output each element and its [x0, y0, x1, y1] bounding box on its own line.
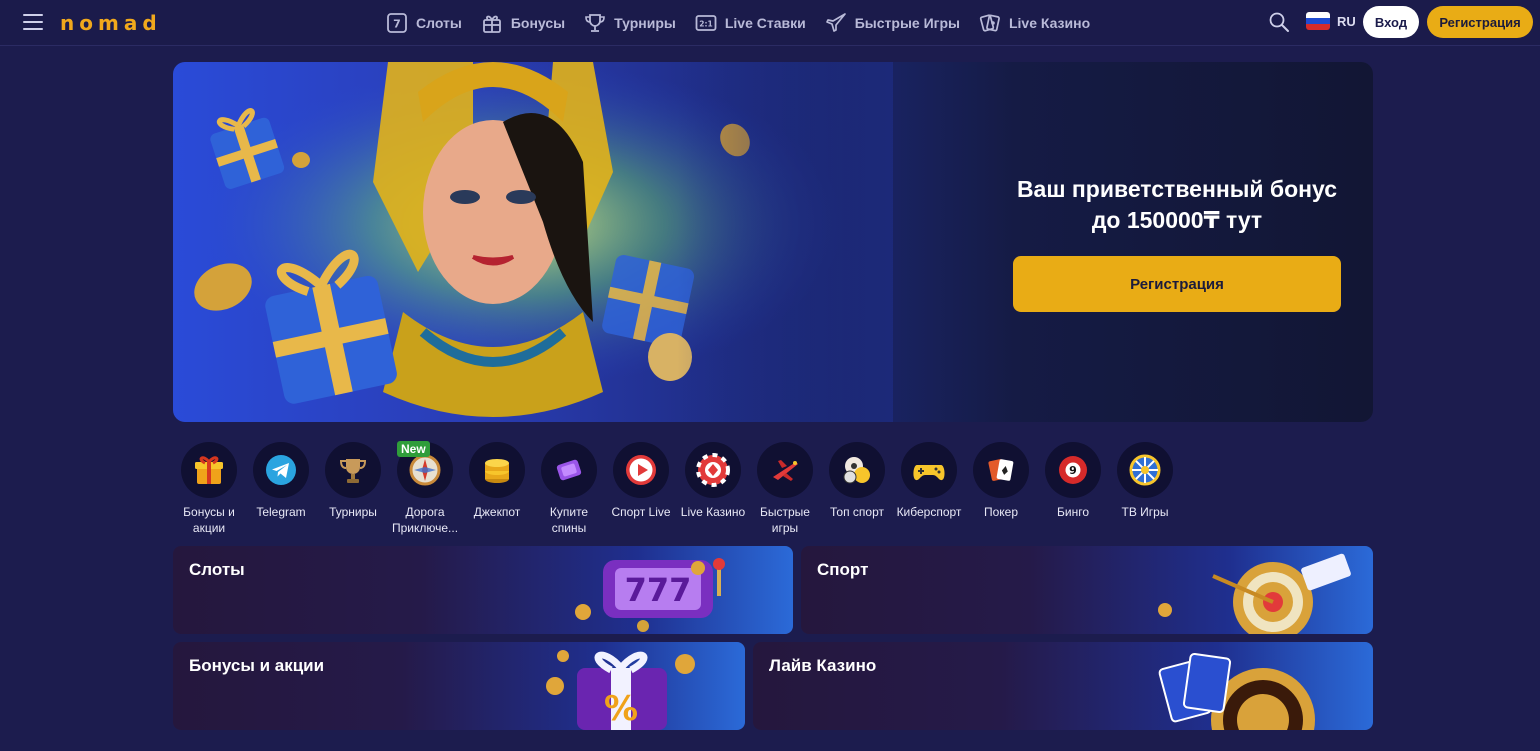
russia-flag-icon — [1306, 12, 1330, 30]
language-selector[interactable]: RU — [1306, 12, 1356, 30]
compass-icon: New — [397, 441, 453, 498]
slot-machine-icon: 7 — [386, 12, 408, 34]
category-label: Покер — [983, 505, 1019, 519]
plane-icon — [825, 12, 847, 34]
category-bingo[interactable]: 9 Бинго — [1037, 442, 1109, 520]
tile-live-casino[interactable]: Лайв Казино — [753, 642, 1373, 730]
category-label: Джекпот — [473, 505, 521, 519]
hero-title-line2: до 150000₸ тут — [1091, 207, 1263, 233]
nav-fast-games[interactable]: Быстрые Игры — [825, 12, 960, 34]
nav-slots[interactable]: 7 Слоты — [386, 12, 462, 34]
category-label: Купите спины — [549, 505, 589, 535]
wheel-icon — [1117, 442, 1173, 498]
tile-bonuses[interactable]: Бонусы и акции % — [173, 642, 745, 730]
nav-label: Быстрые Игры — [854, 15, 960, 31]
category-tournaments[interactable]: Турниры — [317, 442, 389, 520]
trophy-icon — [584, 12, 606, 34]
roulette-icon — [1158, 652, 1315, 730]
hero-banner[interactable]: Ваш приветственный бонус до 150000₸ тут … — [173, 62, 1373, 422]
category-fast-games[interactable]: Быстрые игры — [749, 442, 821, 536]
gift-icon — [481, 12, 503, 34]
casino-chip-icon — [685, 442, 741, 498]
category-label: ТВ Игры — [1121, 505, 1169, 519]
category-buy-spins[interactable]: Купите спины — [533, 442, 605, 536]
nav-bonuses[interactable]: Бонусы — [481, 12, 565, 34]
category-poker[interactable]: Покер — [965, 442, 1037, 520]
play-icon — [613, 442, 669, 498]
category-label: Бонусы и акции — [183, 505, 235, 535]
nav-label: Live Ставки — [724, 15, 806, 31]
nav-label: Live Казино — [1008, 15, 1091, 31]
nav-label: Турниры — [614, 15, 676, 31]
nav-label: Слоты — [416, 15, 462, 31]
tile-label: Слоты — [189, 560, 245, 579]
category-label: Бинго — [1057, 505, 1089, 519]
percent-gift-icon: % — [546, 650, 695, 730]
menu-icon[interactable] — [23, 14, 43, 30]
sport-balls-icon — [829, 442, 885, 498]
purple-ticket-icon — [541, 442, 597, 498]
nav-tournaments[interactable]: Турниры — [584, 12, 676, 34]
svg-text:9: 9 — [1069, 464, 1077, 477]
gamepad-icon — [901, 442, 957, 498]
category-label: Топ спорт — [830, 505, 884, 519]
hero-title: Ваш приветственный бонус до 150000₸ тут — [1003, 174, 1351, 236]
hero-title-line1: Ваш приветственный бонус — [1016, 176, 1338, 202]
tile-label: Лайв Казино — [769, 656, 877, 675]
category-bonuses[interactable]: Бонусы и акции — [173, 442, 245, 536]
category-top-sport[interactable]: Топ спорт — [821, 442, 893, 520]
category-label: Live Казино — [680, 505, 746, 519]
coins-icon — [469, 442, 525, 498]
category-tv-games[interactable]: ТВ Игры — [1109, 442, 1181, 520]
hero-register-button[interactable]: Регистрация — [1013, 256, 1341, 312]
tile-slots[interactable]: Слоты 777 — [173, 546, 793, 634]
category-label: Быстрые игры — [760, 505, 810, 535]
category-jackpot[interactable]: Джекпот — [461, 442, 533, 520]
tile-label: Бонусы и акции — [189, 656, 325, 675]
gift-box-icon — [181, 442, 237, 498]
target-icon — [1158, 553, 1351, 634]
slot-machine-icon: 777 — [575, 558, 725, 632]
category-label: Спорт Live — [611, 505, 671, 519]
svg-text:7: 7 — [393, 18, 401, 31]
category-label: Дорога Приключе... — [391, 505, 459, 535]
register-button[interactable]: Регистрация — [1427, 6, 1533, 38]
red-plane-icon — [757, 442, 813, 498]
category-strip: Бонусы и акции Telegram Турниры New Доро… — [173, 441, 1183, 538]
tile-label: Спорт — [817, 560, 869, 579]
hero-illustration — [173, 62, 893, 422]
main-nav: 7 Слоты Бонусы Турниры 2:1 Live Ставки Б… — [386, 0, 1109, 46]
category-live-casino[interactable]: Live Казино — [677, 442, 749, 520]
svg-text:777: 777 — [625, 571, 692, 609]
cards-icon — [979, 12, 1001, 34]
poker-cards-icon — [973, 442, 1029, 498]
language-label: RU — [1337, 13, 1356, 29]
bingo-ball-icon: 9 — [1045, 442, 1101, 498]
nav-label: Бонусы — [510, 15, 566, 31]
category-esports[interactable]: Киберспорт — [893, 442, 965, 520]
svg-text:%: % — [604, 689, 638, 729]
nav-live-bets[interactable]: 2:1 Live Ставки — [695, 12, 806, 34]
svg-text:2:1: 2:1 — [699, 20, 712, 29]
category-label: Telegram — [256, 505, 306, 519]
telegram-icon — [253, 442, 309, 498]
tile-sport[interactable]: Спорт — [801, 546, 1373, 634]
category-adventure-road[interactable]: New Дорога Приключе... — [389, 441, 461, 536]
search-icon[interactable] — [1268, 11, 1290, 33]
category-telegram[interactable]: Telegram — [245, 442, 317, 520]
nav-live-casino[interactable]: Live Казино — [979, 12, 1090, 34]
category-sport-live[interactable]: Спорт Live — [605, 442, 677, 520]
category-label: Киберспорт — [896, 505, 962, 519]
top-header: nomad 7 Слоты Бонусы Турниры 2:1 Live Ст… — [0, 0, 1540, 46]
scoreboard-icon: 2:1 — [695, 12, 717, 34]
login-button[interactable]: Вход — [1363, 6, 1419, 38]
trophy-icon — [325, 442, 381, 498]
logo[interactable]: nomad — [60, 11, 162, 35]
category-label: Турниры — [329, 505, 377, 519]
new-badge: New — [397, 441, 430, 457]
